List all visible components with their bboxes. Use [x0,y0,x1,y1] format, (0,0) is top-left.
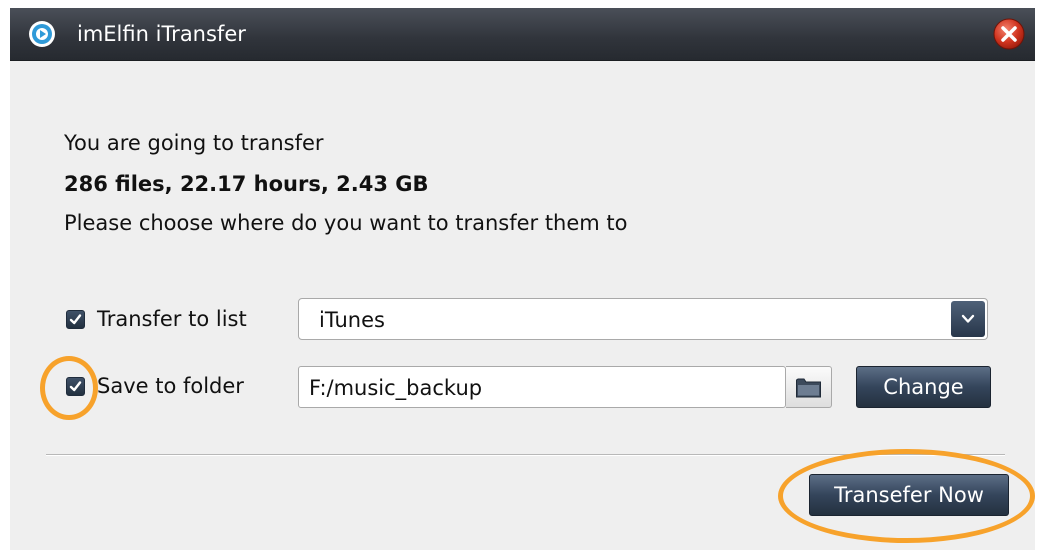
separator-line [46,454,1005,456]
app-icon [28,20,56,48]
browse-folder-button[interactable] [786,366,832,408]
close-icon[interactable] [993,18,1025,50]
transfer-summary: 286 files, 22.17 hours, 2.43 GB [64,172,429,196]
playlist-dropdown[interactable]: iTunes [298,298,988,340]
title-bar[interactable]: imElfin iTransfer [10,8,1035,61]
folder-path-input[interactable]: F:/music_backup [298,366,786,408]
window-title: imElfin iTransfer [77,22,246,46]
transfer-dialog: imElfin iTransfer You are going to trans… [10,8,1035,550]
destination-prompt: Please choose where do you want to trans… [64,211,628,235]
save-to-folder-label: Save to folder [97,374,244,398]
folder-path-value: F:/music_backup [309,376,483,400]
transfer-now-button[interactable]: Transefer Now [809,474,1009,516]
save-to-folder-checkbox[interactable] [66,377,85,396]
chevron-down-icon[interactable] [951,301,985,337]
transfer-to-list-label: Transfer to list [97,307,247,331]
change-folder-button[interactable]: Change [856,366,991,408]
playlist-selected-value: iTunes [319,308,385,332]
folder-icon [796,378,821,398]
intro-text: You are going to transfer [64,131,324,155]
transfer-to-list-checkbox[interactable] [66,310,85,329]
